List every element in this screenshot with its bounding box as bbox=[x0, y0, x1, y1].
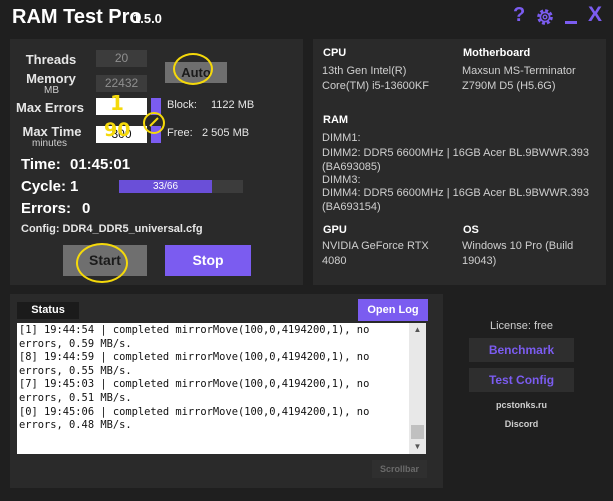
threads-label: Threads bbox=[25, 52, 77, 67]
cpu-value-2: Core(TM) i5-13600KF bbox=[322, 80, 429, 92]
ram-line-1: DIMM1: bbox=[322, 132, 361, 144]
title-bar: RAM Test Pro 1.5.0 ? X bbox=[0, 0, 613, 36]
log-line: [7] 19:45:03 | completed mirrorMove(100,… bbox=[19, 378, 376, 404]
os-value-1: Windows 10 Pro (Build bbox=[462, 240, 574, 252]
ram-line-2: DIMM2: DDR5 6600MHz | 16GB Acer BL.9BWWR… bbox=[322, 147, 589, 159]
tab-status[interactable]: Status bbox=[17, 302, 79, 319]
help-icon[interactable]: ? bbox=[513, 4, 525, 27]
time-label: Time: bbox=[21, 156, 61, 173]
cycle-value: 1 bbox=[70, 178, 79, 195]
max-errors-label: Max Errors bbox=[16, 100, 84, 115]
config-label: Config: bbox=[21, 223, 60, 235]
test-config-button[interactable]: Test Config bbox=[469, 368, 574, 392]
threads-field[interactable]: 20 bbox=[96, 50, 147, 67]
os-label: OS bbox=[463, 224, 479, 236]
annotation-circle-start bbox=[76, 243, 128, 283]
motherboard-label: Motherboard bbox=[463, 47, 531, 59]
cycle-progress: 33/66 bbox=[119, 180, 243, 193]
os-value-2: 19043) bbox=[462, 255, 497, 267]
app-version: 1.5.0 bbox=[133, 11, 162, 26]
open-log-button[interactable]: Open Log bbox=[358, 299, 428, 321]
stop-button[interactable]: Stop bbox=[165, 245, 251, 276]
gear-icon[interactable] bbox=[535, 7, 555, 27]
annotation-circle-auto bbox=[173, 53, 213, 85]
memory-field[interactable]: 22432 bbox=[96, 75, 147, 92]
pencil-icon bbox=[149, 117, 159, 127]
cycle-progress-text: 33/66 bbox=[152, 181, 179, 192]
memory-unit: MB bbox=[44, 85, 59, 96]
log-textarea[interactable]: [1] 19:44:54 | completed mirrorMove(100,… bbox=[17, 323, 409, 454]
free-value: 2 505 MB bbox=[202, 127, 250, 139]
cpu-label: CPU bbox=[323, 47, 347, 59]
ram-line-5: DIMM4: DDR5 6600MHz | 16GB Acer BL.9BWWR… bbox=[322, 187, 589, 199]
motherboard-value-1: Maxsun MS-Terminator bbox=[462, 65, 576, 77]
minimize-button[interactable] bbox=[565, 21, 577, 24]
gpu-value-2: 4080 bbox=[322, 255, 347, 267]
max-time-unit: minutes bbox=[32, 138, 68, 149]
app-title: RAM Test Pro bbox=[12, 6, 142, 28]
motherboard-value-2: Z790M D5 (H5.6G) bbox=[462, 80, 556, 92]
license-text: License: free bbox=[490, 320, 553, 332]
max-time-label: Max Time bbox=[22, 124, 82, 139]
log-line: [1] 19:44:54 | completed mirrorMove(100,… bbox=[19, 324, 376, 350]
gpu-label: GPU bbox=[323, 224, 347, 236]
time-value: 01:45:01 bbox=[70, 156, 131, 173]
ram-label: RAM bbox=[323, 114, 349, 126]
config-value: DDR4_DDR5_universal.cfg bbox=[62, 223, 203, 235]
scroll-thumb[interactable] bbox=[411, 425, 424, 439]
block-value: 1122 MB bbox=[211, 99, 255, 111]
annotation-max-errors: 1 bbox=[110, 91, 124, 115]
errors-value: 0 bbox=[82, 200, 91, 217]
free-label: Free: bbox=[167, 127, 193, 139]
scrollbar-label: Scrollbar bbox=[372, 460, 427, 478]
log-scrollbar[interactable]: ▲ ▼ bbox=[409, 323, 426, 454]
cycle-label: Cycle: bbox=[21, 178, 67, 195]
log-line: [8] 19:44:59 | completed mirrorMove(100,… bbox=[19, 351, 376, 377]
errors-label: Errors: bbox=[21, 200, 72, 217]
cpu-value-1: 13th Gen Intel(R) bbox=[322, 65, 407, 77]
gpu-value-1: NVIDIA GeForce RTX bbox=[322, 240, 429, 252]
scroll-down-icon[interactable]: ▼ bbox=[409, 440, 426, 454]
memory-label: Memory bbox=[26, 71, 76, 86]
discord-link[interactable]: Discord bbox=[469, 419, 574, 429]
close-button[interactable]: X bbox=[588, 3, 602, 27]
config-line: Config: DDR4_DDR5_universal.cfg bbox=[21, 223, 203, 235]
benchmark-button[interactable]: Benchmark bbox=[469, 338, 574, 362]
block-label: Block: bbox=[167, 99, 197, 111]
site-link[interactable]: pcstonks.ru bbox=[469, 400, 574, 410]
scroll-up-icon[interactable]: ▲ bbox=[409, 323, 426, 337]
log-line: [0] 19:45:06 | completed mirrorMove(100,… bbox=[19, 405, 376, 432]
ram-line-6: (BA693154) bbox=[322, 201, 381, 213]
annotation-max-time: 90 bbox=[104, 119, 131, 141]
